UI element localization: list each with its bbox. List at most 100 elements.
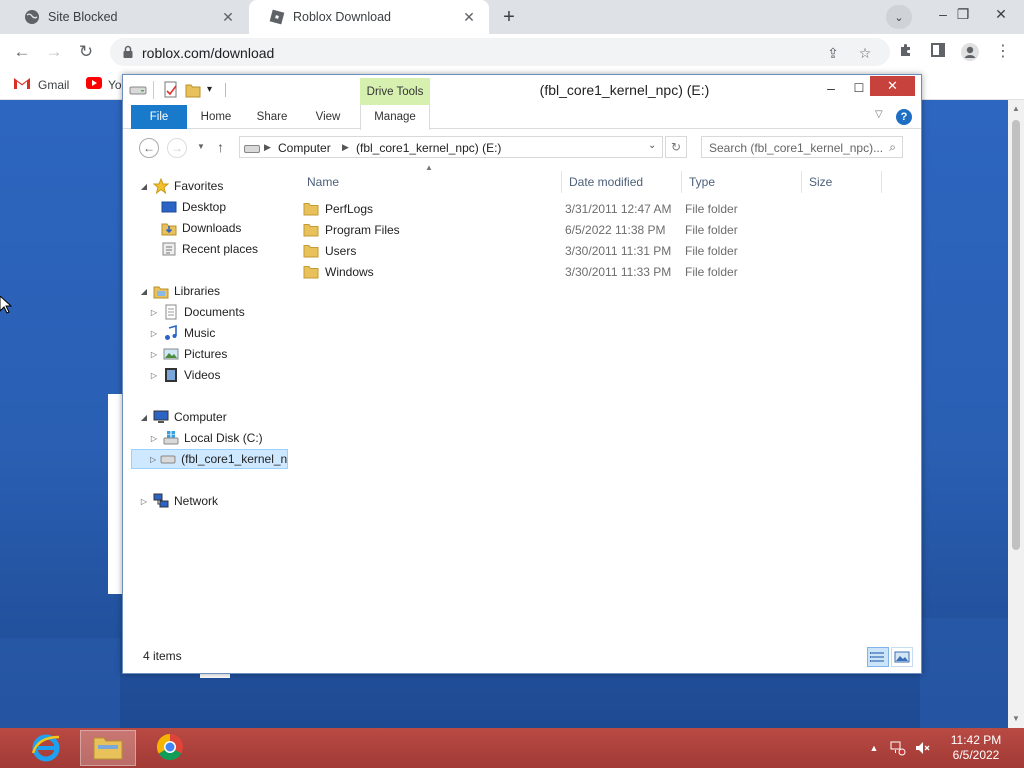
internet-explorer-button[interactable] (18, 730, 74, 766)
table-row[interactable]: Windows 3/30/2011 11:33 PM File folder (299, 262, 899, 283)
scroll-up-icon[interactable]: ▲ (1008, 102, 1024, 116)
file-type: File folder (685, 265, 738, 279)
drive-icon (244, 143, 260, 157)
nav-desktop[interactable]: Desktop (161, 197, 226, 217)
file-explorer-window: ▾ Drive Tools (fbl_core1_kernel_npc) (E:… (122, 74, 922, 674)
back-button[interactable]: ← (139, 138, 159, 158)
column-separator[interactable] (561, 171, 562, 193)
sort-ascending-icon: ▲ (425, 163, 433, 172)
nav-drive-e[interactable]: ▷ (fbl_core1_kernel_npc) (131, 449, 288, 469)
nav-videos[interactable]: ▷ Videos (149, 365, 220, 385)
tab-manage[interactable]: Manage (360, 105, 430, 130)
folder-icon (303, 202, 319, 216)
collapsed-triangle-icon: ▷ (150, 433, 158, 443)
bookmark-gmail[interactable]: Gmail (14, 77, 69, 92)
chevron-down-icon: ⌄ (894, 11, 904, 24)
nav-music[interactable]: ▷ Music (149, 323, 215, 343)
tab-file[interactable]: File (131, 105, 187, 129)
nav-local-disk[interactable]: ▷ Local Disk (C:) (149, 428, 263, 448)
page-scrollbar[interactable]: ▲ ▼ (1008, 100, 1024, 728)
help-icon[interactable]: ? (896, 109, 912, 125)
nav-pictures[interactable]: ▷ Pictures (149, 344, 227, 364)
new-tab-button[interactable]: + (498, 7, 520, 29)
up-arrow-icon[interactable]: ↑ (217, 139, 224, 155)
browser-toolbar: ← → ↻ roblox.com/download ⇪ ☆ ⋮ (0, 34, 1024, 70)
downloads-icon (161, 220, 177, 236)
expand-ribbon-icon[interactable]: ▽ (875, 109, 883, 120)
column-header-date-modified[interactable]: Date modified (569, 171, 643, 193)
nav-network[interactable]: ▷ Network (139, 491, 218, 511)
nav-favorites[interactable]: ◢ Favorites (139, 176, 223, 196)
nav-downloads[interactable]: Downloads (161, 218, 241, 238)
back-button[interactable]: ← (10, 40, 34, 64)
extensions-icon[interactable] (896, 42, 916, 62)
address-bar[interactable]: roblox.com/download ⇪ ☆ (110, 38, 890, 66)
tab-site-blocked[interactable]: Site Blocked ✕ (4, 0, 248, 34)
tab-view[interactable]: View (305, 105, 351, 129)
table-row[interactable]: PerfLogs 3/31/2011 12:47 AM File folder (299, 199, 899, 220)
restore-icon[interactable]: ❐ (946, 0, 980, 34)
nav-libraries[interactable]: ◢ Libraries (139, 281, 220, 301)
table-row[interactable]: Users 3/30/2011 11:31 PM File folder (299, 241, 899, 262)
navigation-pane: ◢ Favorites Desktop Downloads Recent pla… (123, 167, 293, 637)
close-tab-icon[interactable]: ✕ (220, 9, 236, 25)
side-panel-icon[interactable] (928, 42, 948, 62)
address-bar[interactable]: ▶ Computer ▶ (fbl_core1_kernel_npc) (E:)… (239, 136, 663, 158)
column-header-name[interactable]: Name (307, 171, 339, 193)
bookmark-youtube[interactable]: Yo (86, 77, 122, 92)
share-icon[interactable]: ⇪ (824, 44, 842, 62)
star-icon[interactable]: ☆ (856, 44, 874, 62)
collapsed-triangle-icon: ▷ (150, 454, 157, 464)
forward-button[interactable]: → (42, 40, 66, 64)
search-input[interactable]: Search (fbl_core1_kernel_npc)... ⌕ (701, 136, 903, 158)
breadcrumb-computer[interactable]: Computer (278, 141, 331, 155)
nav-documents[interactable]: ▷ Documents (149, 302, 245, 322)
column-separator[interactable] (801, 171, 802, 193)
profile-avatar-icon[interactable] (960, 42, 980, 62)
scrollbar-thumb[interactable] (1012, 120, 1020, 550)
item-count: 4 items (143, 649, 182, 663)
ribbon-tabs: File Home Share View Manage ▽ ? (123, 105, 921, 130)
close-window-icon[interactable]: ✕ (984, 0, 1018, 34)
volume-muted-icon[interactable] (914, 740, 930, 756)
maximize-icon[interactable]: ☐ (849, 79, 869, 99)
column-header-size[interactable]: Size (809, 171, 832, 193)
file-type: File folder (685, 244, 738, 258)
show-hidden-icons-icon[interactable]: ▲ (866, 740, 882, 756)
recent-locations-icon[interactable]: ▼ (197, 142, 205, 151)
network-icon[interactable] (890, 740, 906, 756)
system-clock[interactable]: 11:42 PM 6/5/2022 (940, 733, 1012, 763)
column-separator[interactable] (681, 171, 682, 193)
column-header-type[interactable]: Type (689, 171, 715, 193)
folder-icon (303, 244, 319, 258)
gmail-icon (14, 77, 30, 92)
column-separator[interactable] (881, 171, 882, 193)
minimize-icon[interactable]: – (821, 79, 841, 99)
tab-home[interactable]: Home (193, 105, 239, 129)
close-tab-icon[interactable]: ✕ (461, 9, 477, 25)
expanded-triangle-icon: ◢ (140, 181, 148, 191)
desktop-icon (161, 199, 177, 215)
close-window-button[interactable]: ✕ (870, 76, 915, 96)
details-view-button[interactable] (867, 647, 889, 667)
tab-search-button[interactable]: ⌄ (886, 5, 912, 29)
folder-icon (303, 265, 319, 279)
menu-kebab-icon[interactable]: ⋮ (993, 42, 1013, 62)
forward-button[interactable]: → (167, 138, 187, 158)
file-date: 6/5/2022 11:38 PM (565, 223, 666, 237)
chrome-button[interactable] (142, 730, 198, 766)
tab-share[interactable]: Share (249, 105, 295, 129)
computer-icon (153, 409, 169, 425)
file-explorer-button[interactable] (80, 730, 136, 766)
file-date: 3/30/2011 11:31 PM (565, 244, 672, 258)
reload-button[interactable]: ↻ (74, 40, 98, 64)
tab-roblox-download[interactable]: Roblox Download ✕ (249, 0, 489, 34)
scroll-down-icon[interactable]: ▼ (1008, 712, 1024, 726)
nav-computer[interactable]: ◢ Computer (139, 407, 227, 427)
table-row[interactable]: Program Files 6/5/2022 11:38 PM File fol… (299, 220, 899, 241)
chevron-down-icon[interactable]: ⌄ (648, 140, 656, 151)
large-icons-view-button[interactable] (891, 647, 913, 667)
refresh-icon[interactable]: ↻ (665, 136, 687, 158)
nav-recent-places[interactable]: Recent places (161, 239, 258, 259)
breadcrumb-drive[interactable]: (fbl_core1_kernel_npc) (E:) (356, 141, 501, 155)
